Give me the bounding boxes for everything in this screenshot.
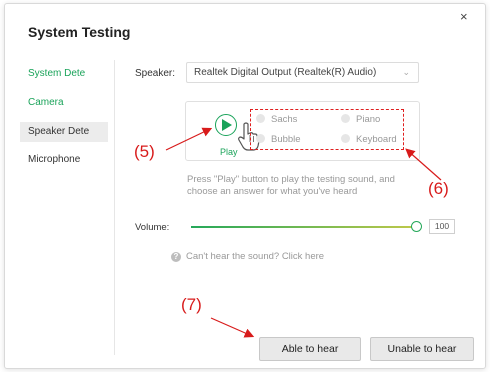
arrow-to-able-button xyxy=(210,317,255,338)
arrow-to-options xyxy=(405,148,442,181)
arrow-to-play-button xyxy=(165,127,213,151)
annotation-arrows xyxy=(165,127,442,338)
